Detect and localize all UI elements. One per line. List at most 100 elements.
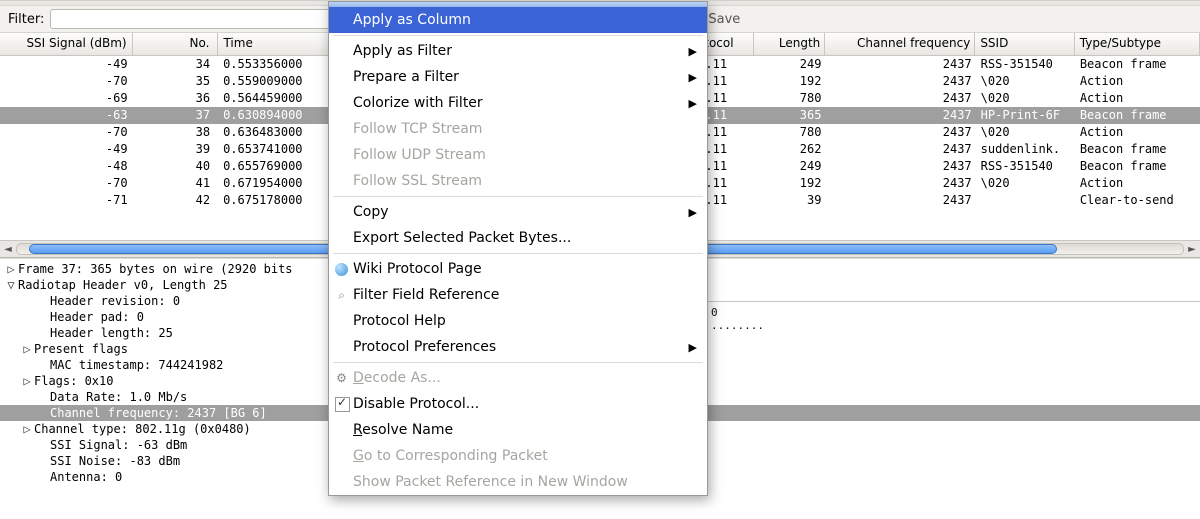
cell: 780	[755, 90, 825, 107]
menu-item-label: Go to Corresponding Packet	[353, 448, 548, 464]
submenu-arrow-icon: ▶	[689, 45, 697, 58]
submenu-arrow-icon: ▶	[689, 341, 697, 354]
col-type-subtype[interactable]: Type/Subtype	[1075, 33, 1200, 55]
cell: Beacon frame	[1075, 158, 1200, 175]
menu-copy[interactable]: Copy ▶	[329, 199, 707, 225]
tree-label: Header pad: 0	[50, 310, 144, 324]
menu-filter-field-reference[interactable]: ⌕ Filter Field Reference	[329, 282, 707, 308]
disclosure-triangle-icon[interactable]: ▷	[4, 262, 18, 276]
cell: -71	[0, 192, 133, 209]
tree-label: MAC timestamp: 744241982	[50, 358, 223, 372]
disclosure-triangle-icon[interactable]: ▽	[4, 278, 18, 292]
submenu-arrow-icon: ▶	[689, 97, 697, 110]
menu-export-selected-packet-bytes[interactable]: Export Selected Packet Bytes...	[329, 225, 707, 251]
scroll-right-icon[interactable]: ►	[1184, 242, 1200, 256]
menu-apply-as-column[interactable]: Apply as Column	[329, 7, 707, 33]
col-channel-frequency[interactable]: Channel frequency	[825, 33, 975, 55]
disclosure-triangle-icon[interactable]: ▷	[20, 342, 34, 356]
menu-apply-as-filter[interactable]: Apply as Filter ▶	[329, 38, 707, 64]
cell: 2437	[825, 124, 975, 141]
checkbox-icon	[335, 397, 350, 412]
cell: 2437	[825, 73, 975, 90]
hex-pane[interactable]: 0 ........	[705, 301, 1200, 350]
menu-item-label: Resolve Name	[353, 422, 453, 438]
cell: HP-Print-6F	[976, 107, 1075, 124]
menu-protocol-preferences[interactable]: Protocol Preferences ▶	[329, 334, 707, 360]
menu-item-label: Protocol Help	[353, 313, 446, 329]
cell: 2437	[825, 107, 975, 124]
cell: 780	[755, 124, 825, 141]
cell: -70	[0, 73, 133, 90]
tree-label: Header revision: 0	[50, 294, 180, 308]
menu-disable-protocol[interactable]: Disable Protocol...	[329, 391, 707, 417]
menu-separator	[333, 196, 703, 197]
menu-item-label: Apply as Column	[353, 12, 471, 28]
cell: 2437	[825, 141, 975, 158]
menu-follow-ssl-stream: Follow SSL Stream	[329, 168, 707, 194]
col-length[interactable]: Length	[754, 33, 825, 55]
cell: 36	[133, 90, 218, 107]
cell: \020	[976, 90, 1075, 107]
cell: 0.653741000	[218, 141, 339, 158]
menu-prepare-a-filter[interactable]: Prepare a Filter ▶	[329, 64, 707, 90]
menu-item-label: Follow SSL Stream	[353, 173, 482, 189]
cell: -69	[0, 90, 133, 107]
cell	[976, 192, 1075, 209]
cell: RSS-351540	[976, 158, 1075, 175]
cell: 2437	[825, 90, 975, 107]
menu-show-packet-reference: Show Packet Reference in New Window	[329, 469, 707, 495]
menu-decode-as: ⚙ Decode As...	[329, 365, 707, 391]
menu-item-label: Copy	[353, 204, 389, 220]
menu-item-label: Disable Protocol...	[353, 396, 479, 412]
cell: 2437	[825, 175, 975, 192]
cell: 0.630894000	[218, 107, 339, 124]
cell: Beacon frame	[1075, 141, 1200, 158]
menu-item-label: Export Selected Packet Bytes...	[353, 230, 571, 246]
cell: 41	[133, 175, 218, 192]
menu-item-label: Show Packet Reference in New Window	[353, 474, 628, 490]
menu-item-label: Prepare a Filter	[353, 69, 459, 85]
menu-separator	[333, 253, 703, 254]
menu-resolve-name[interactable]: Resolve Name	[329, 417, 707, 443]
scroll-left-icon[interactable]: ◄	[0, 242, 16, 256]
cell: suddenlink.	[976, 141, 1075, 158]
col-time[interactable]: Time	[218, 33, 340, 55]
cell: Action	[1075, 124, 1200, 141]
cell: 192	[755, 73, 825, 90]
cell: 249	[755, 56, 825, 73]
cell: Clear-to-send	[1075, 192, 1200, 209]
cell: -63	[0, 107, 133, 124]
cell: 262	[755, 141, 825, 158]
cell: 0.636483000	[218, 124, 339, 141]
filter-label: Filter:	[4, 12, 48, 27]
col-ssi-signal[interactable]: SSI Signal (dBm)	[0, 33, 133, 55]
menu-protocol-help[interactable]: Protocol Help	[329, 308, 707, 334]
filter-icon: ⌕	[335, 289, 348, 302]
disclosure-triangle-icon[interactable]: ▷	[20, 374, 34, 388]
gear-icon: ⚙	[335, 372, 348, 385]
menu-separator	[333, 362, 703, 363]
tree-label: Present flags	[34, 342, 128, 356]
cell: 192	[755, 175, 825, 192]
context-menu: Apply as Column Apply as Filter ▶ Prepar…	[328, 1, 708, 496]
col-ssid[interactable]: SSID	[975, 33, 1074, 55]
cell: 0.553356000	[218, 56, 339, 73]
cell: -49	[0, 141, 133, 158]
cell: 2437	[825, 192, 975, 209]
cell: -70	[0, 175, 133, 192]
globe-icon	[335, 263, 348, 276]
menu-colorize-with-filter[interactable]: Colorize with Filter ▶	[329, 90, 707, 116]
cell: Beacon frame	[1075, 107, 1200, 124]
tree-label: Antenna: 0	[50, 470, 122, 484]
disclosure-triangle-icon[interactable]: ▷	[20, 422, 34, 436]
cell: 42	[133, 192, 218, 209]
cell: Action	[1075, 90, 1200, 107]
filter-save-label[interactable]: Save	[708, 12, 740, 27]
tree-label: Frame 37: 365 bytes on wire (2920 bits	[18, 262, 293, 276]
col-number[interactable]: No.	[133, 33, 219, 55]
menu-wiki-protocol-page[interactable]: Wiki Protocol Page	[329, 256, 707, 282]
cell: -70	[0, 124, 133, 141]
cell: Action	[1075, 175, 1200, 192]
cell: 2437	[825, 56, 975, 73]
hex-line: 0	[711, 306, 1200, 319]
